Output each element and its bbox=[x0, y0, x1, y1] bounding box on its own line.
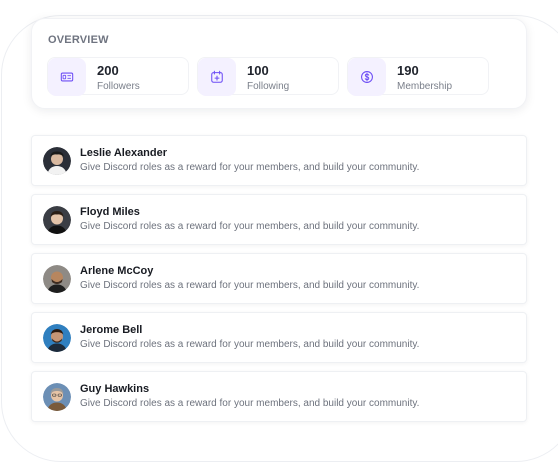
overview-title: OVERVIEW bbox=[48, 34, 109, 46]
member-description: Give Discord roles as a reward for your … bbox=[80, 339, 420, 350]
following-value: 100 bbox=[247, 63, 269, 78]
list-item[interactable]: Arlene McCoy Give Discord roles as a rew… bbox=[31, 253, 527, 304]
member-name: Jerome Bell bbox=[80, 324, 143, 336]
avatar bbox=[43, 383, 71, 411]
avatar bbox=[43, 324, 71, 352]
member-description: Give Discord roles as a reward for your … bbox=[80, 221, 420, 232]
overview-card: OVERVIEW 200 Followers 100 Following 190… bbox=[31, 18, 527, 109]
membership-value: 190 bbox=[397, 63, 419, 78]
avatar bbox=[43, 206, 71, 234]
id-card-icon bbox=[48, 58, 86, 96]
member-name: Guy Hawkins bbox=[80, 383, 150, 395]
membership-label: Membership bbox=[397, 81, 453, 92]
member-name: Leslie Alexander bbox=[80, 147, 168, 159]
followers-label: Followers bbox=[97, 81, 140, 92]
member-name: Floyd Miles bbox=[80, 206, 140, 218]
following-label: Following bbox=[247, 81, 290, 92]
calendar-add-icon bbox=[198, 58, 236, 96]
member-description: Give Discord roles as a reward for your … bbox=[80, 162, 420, 173]
avatar bbox=[43, 147, 71, 175]
member-description: Give Discord roles as a reward for your … bbox=[80, 398, 420, 409]
member-description: Give Discord roles as a reward for your … bbox=[80, 280, 420, 291]
stat-membership[interactable]: 190 Membership bbox=[347, 57, 489, 96]
followers-value: 200 bbox=[97, 63, 119, 78]
dollar-coin-icon bbox=[348, 58, 386, 96]
stat-following[interactable]: 100 Following bbox=[197, 57, 339, 96]
list-item[interactable]: Floyd Miles Give Discord roles as a rewa… bbox=[31, 194, 527, 245]
stat-followers[interactable]: 200 Followers bbox=[47, 57, 189, 96]
list-item[interactable]: Guy Hawkins Give Discord roles as a rewa… bbox=[31, 371, 527, 422]
list-item[interactable]: Jerome Bell Give Discord roles as a rewa… bbox=[31, 312, 527, 363]
member-list: Leslie Alexander Give Discord roles as a… bbox=[31, 135, 527, 430]
list-item[interactable]: Leslie Alexander Give Discord roles as a… bbox=[31, 135, 527, 186]
member-name: Arlene McCoy bbox=[80, 265, 154, 277]
avatar bbox=[43, 265, 71, 293]
